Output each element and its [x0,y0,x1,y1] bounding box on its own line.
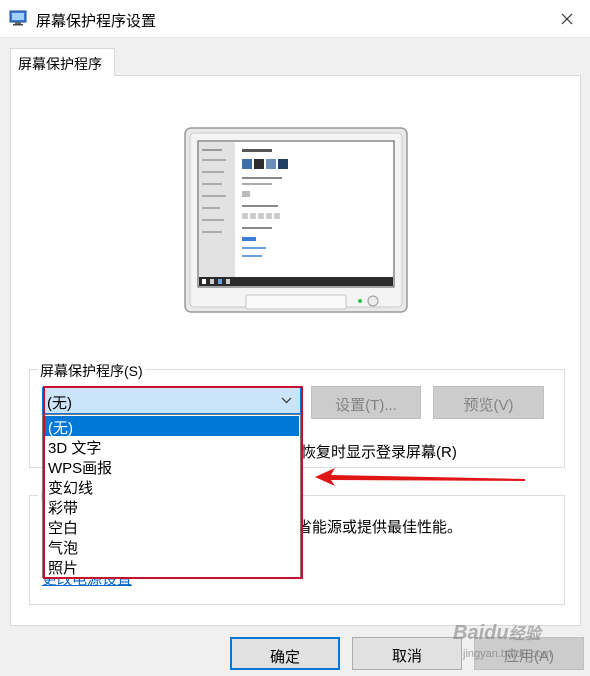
tab-screensaver[interactable]: 屏幕保护程序 [10,48,115,76]
window-title: 屏幕保护程序设置 [36,13,157,30]
cancel-button[interactable]: 取消 [352,637,462,670]
watermark-brand: Baidu [453,622,509,644]
settings-button-label: 设置(T)... [335,397,397,414]
chevron-down-icon [281,397,292,404]
ok-button-label: 确定 [269,649,300,666]
ok-button[interactable]: 确定 [230,637,340,670]
resume-login-checkbox-label[interactable]: 恢复时显示登录屏幕(R) [301,441,457,462]
preview-button-label: 预览(V) [463,397,514,414]
screensaver-select[interactable]: (无) [42,387,301,414]
dropdown-option[interactable]: 3D 文字 [44,436,299,457]
tab-label: 屏幕保护程序 [18,56,102,72]
dropdown-option[interactable]: WPS画报 [44,456,299,477]
dropdown-option[interactable]: 空白 [44,516,299,537]
watermark-url: jingyan.baidu.com [463,648,552,660]
settings-button[interactable]: 设置(T)... [311,386,421,419]
power-description: 省能源或提供最佳性能。 [297,516,462,537]
close-icon [561,13,573,25]
red-arrow-left-icon [315,468,525,486]
dropdown-option[interactable]: (无) [44,416,299,437]
dropdown-option[interactable]: 气泡 [44,536,299,557]
baidu-watermark: Baidu经验 jingyan.baidu.com [453,620,588,670]
resume-text: 恢复时显示登录屏幕(R) [301,444,457,461]
dropdown-option[interactable]: 彩带 [44,496,299,517]
screensaver-dropdown-list: (无) 3D 文字 WPS画报 变幻线 彩带 空白 气泡 照片 [42,414,301,578]
screensaver-select-value: (无) [47,395,72,412]
preview-button[interactable]: 预览(V) [433,386,544,419]
monitor-preview [184,127,408,313]
close-button[interactable] [544,0,590,38]
title-bar: 屏幕保护程序设置 [0,0,590,38]
screensaver-app-icon [9,10,27,26]
watermark-brand-suffix: 经验 [508,626,541,643]
power-description-text: 省能源或提供最佳性能。 [297,519,463,536]
dropdown-option[interactable]: 变幻线 [44,476,299,497]
cancel-button-label: 取消 [391,648,422,665]
dropdown-option[interactable]: 照片 [44,556,299,577]
screensaver-group-title: 屏幕保护程序(S) [38,361,145,381]
